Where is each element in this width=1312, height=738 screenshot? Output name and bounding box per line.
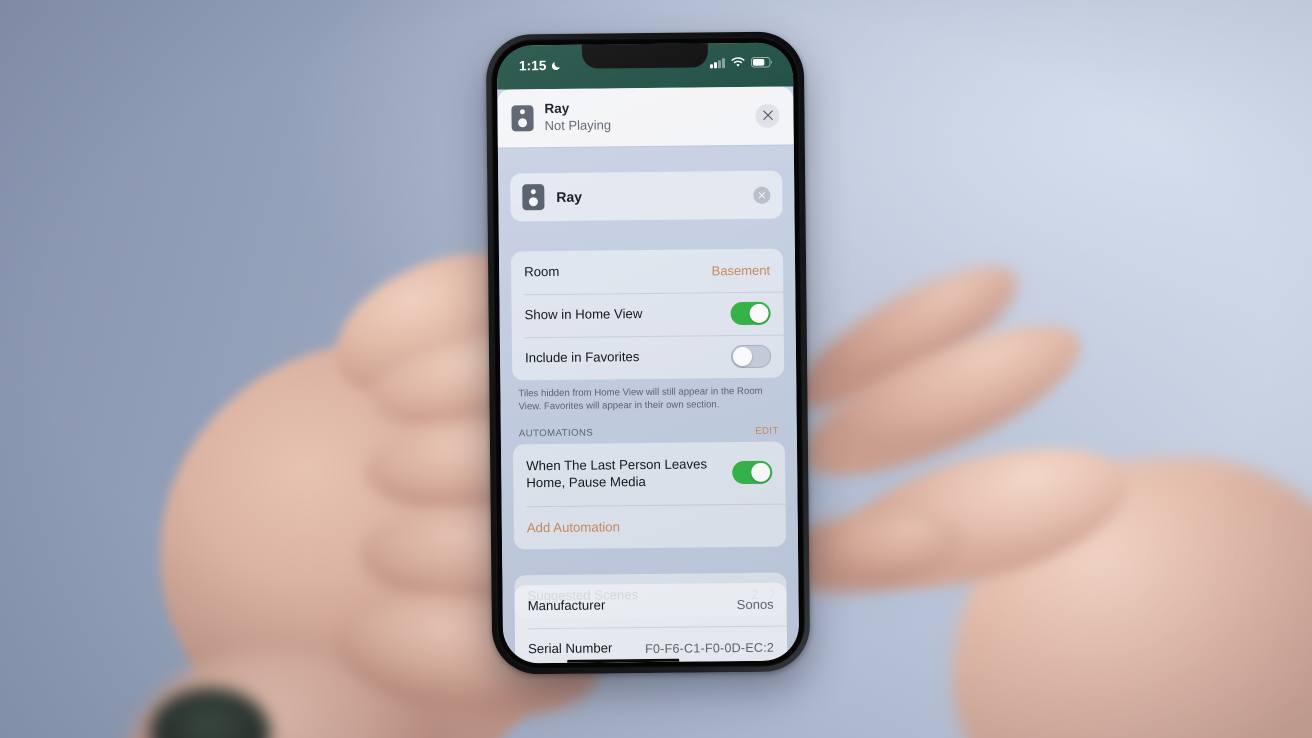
row-show-in-home-view[interactable]: Show in Home View	[511, 292, 783, 338]
row-show-in-home-view-label: Show in Home View	[524, 306, 643, 323]
row-serial-number-label: Serial Number	[528, 640, 613, 657]
device-name-input[interactable]: Ray	[556, 187, 741, 205]
device-name-row[interactable]: Ray	[510, 171, 782, 222]
row-room-value: Basement	[711, 262, 771, 279]
toggle-automation[interactable]	[732, 460, 773, 485]
add-automation-label: Add Automation	[526, 518, 621, 535]
accessory-settings-sheet: Ray Not Playing Ray Room Basement Show i…	[497, 86, 800, 664]
automations-section-title: AUTOMATIONS	[518, 427, 594, 439]
wifi-icon	[731, 57, 745, 67]
phone-screen: 1:15 Ray Not Playing Ray Room Basement S…	[496, 42, 800, 664]
settings-footnote: Tiles hidden from Home View will still a…	[518, 385, 763, 413]
row-serial-number-value: F0-F6-C1-F0-0D-EC:2	[644, 640, 775, 656]
speaker-icon	[511, 104, 534, 131]
speaker-icon	[522, 184, 545, 211]
row-room-label: Room	[524, 264, 560, 280]
sheet-header-text: Ray Not Playing	[544, 99, 744, 134]
iphone-device: 1:15 Ray Not Playing Ray Room Basement S…	[485, 31, 811, 675]
clear-circle-icon[interactable]	[753, 186, 771, 204]
row-manufacturer: Manufacturer Sonos	[514, 583, 786, 629]
row-include-in-favorites-label: Include in Favorites	[524, 349, 640, 366]
right-finger-middle	[785, 296, 1099, 505]
right-palm	[952, 458, 1312, 738]
playback-status: Not Playing	[544, 117, 612, 133]
right-hand	[767, 240, 1312, 738]
row-manufacturer-value: Sonos	[736, 596, 774, 613]
row-room[interactable]: Room Basement	[511, 249, 783, 295]
automations-card: When The Last Person Leaves Home, Pause …	[512, 441, 787, 550]
add-automation-row[interactable]: Add Automation	[514, 503, 786, 549]
status-indicators	[710, 56, 773, 69]
row-manufacturer-label: Manufacturer	[527, 597, 606, 614]
sheet-header: Ray Not Playing	[497, 86, 794, 148]
right-finger-index	[821, 421, 1143, 615]
status-time-group: 1:15	[519, 58, 563, 73]
page-title: Ray	[544, 100, 570, 117]
toggle-include-in-favorites[interactable]	[730, 344, 772, 369]
device-info-card: Manufacturer Sonos Serial Number F0-F6-C…	[514, 582, 788, 664]
close-icon	[762, 110, 773, 121]
automation-label: When The Last Person Leaves Home, Pause …	[526, 456, 708, 490]
toggle-show-in-home-view[interactable]	[730, 301, 771, 326]
device-settings-card: Room Basement Show in Home View Include …	[510, 248, 785, 381]
status-time-label: 1:15	[518, 58, 547, 74]
crescent-moon-icon	[552, 62, 561, 71]
automation-row[interactable]: When The Last Person Leaves Home, Pause …	[513, 441, 786, 506]
right-finger-ring	[778, 240, 1036, 436]
battery-icon	[750, 57, 772, 68]
row-include-in-favorites[interactable]: Include in Favorites	[512, 335, 784, 381]
cellular-bars-icon	[710, 57, 726, 68]
close-button[interactable]	[755, 103, 780, 128]
automations-edit-button[interactable]: EDIT	[755, 425, 779, 436]
status-bar: 1:15	[496, 42, 794, 90]
wrist-strap	[150, 688, 270, 738]
notch	[581, 42, 709, 69]
row-serial-number: Serial Number F0-F6-C1-F0-0D-EC:2	[515, 626, 787, 664]
photo-scene: 1:15 Ray Not Playing Ray Room Basement S…	[0, 0, 1312, 738]
device-name-card: Ray	[510, 170, 783, 222]
clear-x-glyph	[758, 191, 766, 199]
